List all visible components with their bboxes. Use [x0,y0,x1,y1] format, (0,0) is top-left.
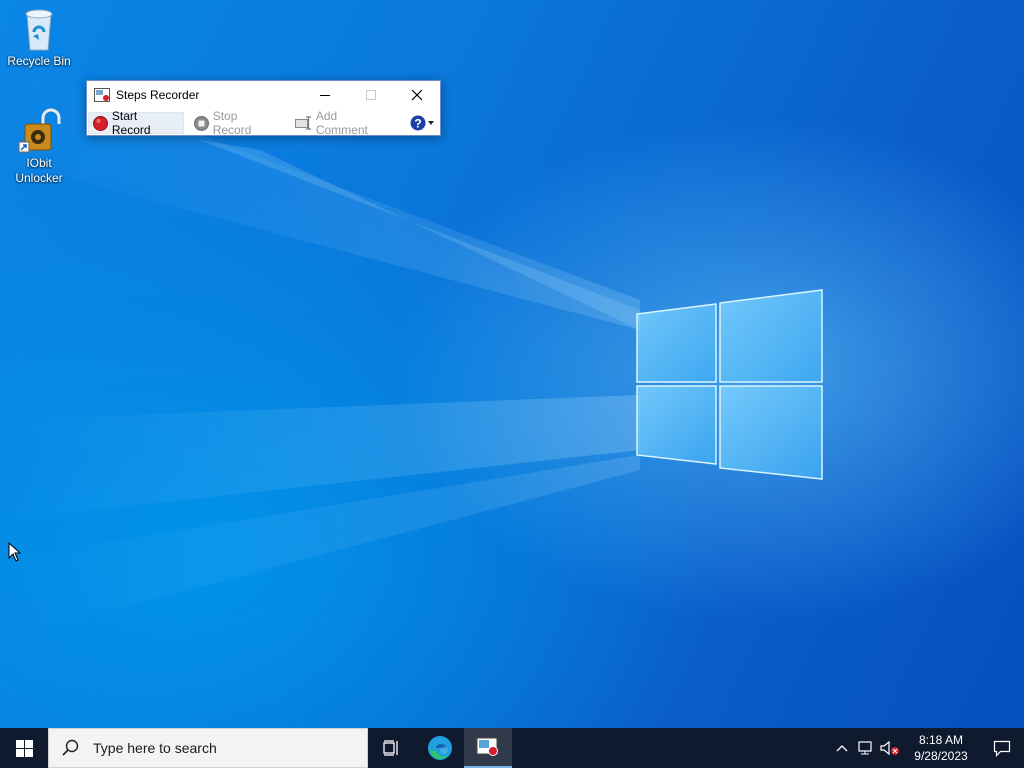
help-button[interactable]: ? [406,112,440,134]
action-center-button[interactable] [980,728,1024,768]
start-record-button[interactable]: Start Record [88,109,184,137]
recycle-bin-icon [25,9,53,51]
close-button[interactable] [394,81,440,109]
minimize-button[interactable] [302,81,348,109]
add-comment-button[interactable]: Add Comment [291,109,396,137]
task-view-button[interactable] [368,728,416,768]
minimize-icon [320,95,330,96]
show-hidden-icons-button[interactable] [830,728,854,768]
search-input[interactable]: Type here to search [48,728,368,768]
stop-record-button[interactable]: Stop Record [190,109,283,137]
desktop: Recycle Bin IObit Unlocker Steps Recorde… [0,0,1024,728]
iobit-unlocker-icon [18,108,61,153]
taskbar: Type here to search 8:18 AM 9/28/2023 [0,728,1024,768]
task-view-icon [383,740,398,756]
clock-time: 8:18 AM [918,733,964,747]
svg-text:?: ? [414,117,421,131]
steps-recorder-taskbar-button[interactable] [464,728,512,768]
start-button[interactable] [0,728,48,768]
volume-button[interactable] [878,728,902,768]
steps-recorder-window: Steps Recorder Start Record Stop Record … [86,80,441,137]
steps-recorder-icon [476,737,498,756]
volume-muted-icon [880,740,899,756]
help-icon: ? [410,115,434,131]
window-title: Steps Recorder [116,88,200,102]
network-icon [858,741,872,755]
stop-icon [193,115,209,131]
network-button[interactable] [854,728,878,768]
search-icon [62,739,79,756]
clock-date: 9/28/2023 [914,749,968,763]
clock[interactable]: 8:18 AM 9/28/2023 [902,728,980,768]
close-icon [411,89,423,101]
toolbar: Start Record Stop Record Add Comment ? [87,109,440,137]
title-bar[interactable]: Steps Recorder [87,81,440,109]
add-comment-label: Add Comment [315,109,368,137]
steps-recorder-app-icon [94,88,110,102]
notifications-icon [993,740,1011,757]
chevron-up-icon [836,745,848,752]
add-comment-icon [294,116,311,130]
edge-icon [428,736,452,760]
mouse-cursor-icon [8,542,22,562]
desktop-icon-recycle-bin[interactable]: Recycle Bin [1,6,77,69]
system-tray: 8:18 AM 9/28/2023 [830,728,1024,768]
record-icon [93,115,108,131]
edge-taskbar-button[interactable] [416,728,464,768]
desktop-icon-label: Recycle Bin [7,54,71,68]
maximize-icon [366,90,376,100]
windows-logo-icon [15,739,33,757]
start-record-label: Start Record [111,109,151,137]
maximize-button[interactable] [348,81,394,109]
stop-record-label: Stop Record [212,109,252,137]
desktop-icon-label: IObit Unlocker [15,156,63,185]
desktop-icon-iobit-unlocker[interactable]: IObit Unlocker [1,108,77,186]
search-placeholder: Type here to search [93,740,217,756]
